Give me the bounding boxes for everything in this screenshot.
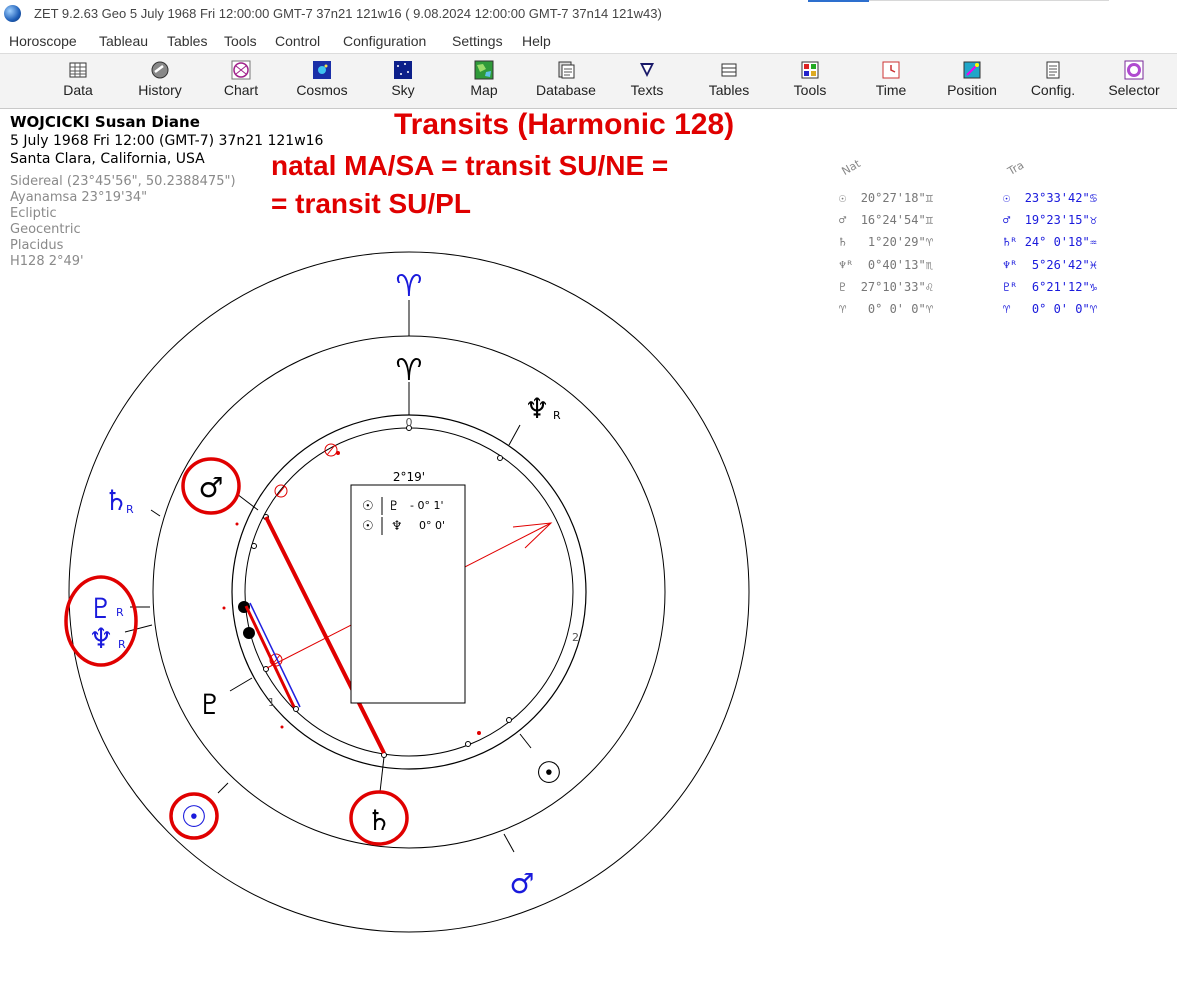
aspect-line-thin-red: [244, 605, 296, 708]
transit-sun-glyph: ☉: [181, 800, 208, 835]
aspect-2-value: 0° 0': [419, 519, 445, 532]
aspect-2-glyph2: ♆: [391, 519, 403, 534]
transit-saturn-glyph: ♄: [103, 484, 128, 517]
center-label: 2°19': [393, 470, 425, 484]
transit-aries-glyph: ♈: [396, 269, 423, 304]
natal-saturn-glyph: ♄: [366, 804, 391, 837]
glyph-ticks: [124, 300, 532, 853]
red-circle-markers: [269, 443, 338, 667]
transit-pluto-glyph: ♇: [88, 592, 113, 625]
aspect-1-glyph1: ☉: [362, 499, 374, 514]
aspect-arrow-head: [512, 522, 553, 549]
aspect-1-glyph2: ♇: [388, 499, 400, 514]
transit-saturn-retro: R: [126, 503, 134, 516]
transit-pluto-retro: R: [116, 606, 124, 619]
harmonic-chart-wheel[interactable]: 2°19' ☉ ♇ - 0° 1' ☉ ♆ 0° 0' 0 1 2 ♈ ♆ R …: [0, 0, 1177, 996]
ring-tick-1: 1: [268, 696, 275, 709]
aspect-box: [350, 484, 466, 704]
ring-tick-2: 2: [572, 631, 579, 644]
natal-sun-glyph: ☉: [536, 756, 563, 791]
natal-neptune-retro: R: [553, 409, 561, 422]
natal-mars-glyph: ♂: [198, 471, 223, 504]
natal-neptune-glyph: ♆: [524, 392, 549, 425]
natal-pluto-glyph: ♇: [197, 688, 222, 721]
aspect-2-glyph1: ☉: [362, 519, 374, 534]
transit-neptune-retro: R: [118, 638, 126, 651]
transit-neptune-glyph: ♆: [88, 622, 113, 655]
aspect-1-value: - 0° 1': [410, 499, 443, 512]
natal-aries-glyph: ♈: [396, 353, 423, 388]
ring-tick-0: 0: [406, 416, 413, 429]
transit-mars-glyph: ♂: [509, 867, 534, 900]
